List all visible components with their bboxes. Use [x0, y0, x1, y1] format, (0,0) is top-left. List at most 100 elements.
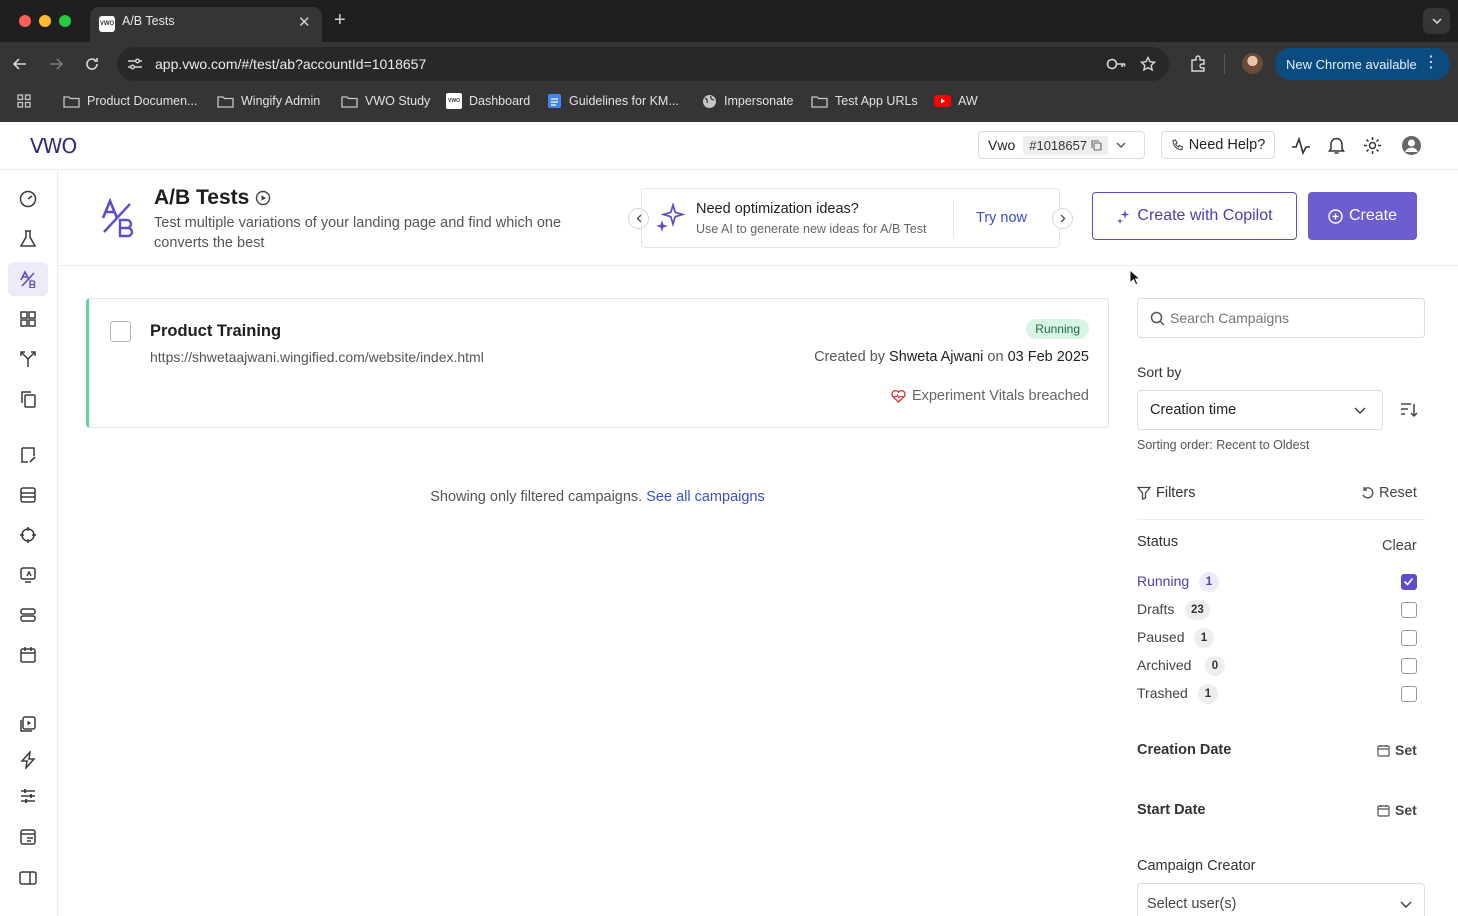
status-filter-trashed[interactable]: Trashed 1 — [1137, 683, 1427, 705]
search-campaigns-field[interactable] — [1137, 298, 1425, 338]
status-checkbox[interactable] — [1401, 602, 1417, 618]
minimize-window-button[interactable] — [39, 15, 51, 27]
sidebar-item-pages[interactable] — [8, 382, 48, 416]
tab-close-icon[interactable]: ✕ — [298, 13, 311, 31]
address-bar[interactable]: app.vwo.com/#/test/ab?accountId=1018657 — [117, 47, 1169, 81]
create-with-copilot-button[interactable]: Create with Copilot — [1092, 192, 1297, 240]
chevron-down-icon — [1354, 407, 1366, 414]
video-library-icon — [20, 716, 36, 732]
kebab-menu-icon[interactable]: ⋮ — [1423, 54, 1439, 72]
search-input[interactable] — [1170, 308, 1410, 328]
vwo-favicon: VWO — [446, 93, 462, 109]
copy-icon[interactable] — [1091, 139, 1102, 151]
bookmark-guidelines[interactable]: Guidelines for KM... — [547, 86, 679, 116]
clear-status-button[interactable]: Clear — [1382, 538, 1417, 554]
new-tab-icon[interactable]: + — [334, 10, 346, 30]
user-profile-icon[interactable] — [1401, 135, 1422, 156]
sidebar-item-split-url[interactable] — [8, 342, 48, 376]
promo-next-button[interactable] — [1052, 208, 1073, 229]
back-icon[interactable] — [12, 56, 28, 72]
mouse-cursor-icon — [1129, 269, 1140, 286]
creation-date-set-button[interactable]: Set — [1377, 742, 1417, 758]
status-filter-archived[interactable]: Archived 0 — [1137, 655, 1427, 677]
extensions-icon[interactable] — [1189, 55, 1207, 73]
search-icon — [1150, 311, 1165, 326]
site-settings-icon[interactable] — [127, 57, 143, 71]
bookmark-wingify-admin[interactable]: Wingify Admin — [217, 86, 320, 116]
account-name: Vwo — [988, 137, 1016, 153]
experiment-vitals-alert[interactable]: Experiment Vitals breached — [891, 388, 1089, 404]
apps-grid-icon[interactable] — [17, 94, 31, 108]
sidebar-item-data[interactable] — [8, 478, 48, 512]
chevron-down-icon — [1400, 901, 1412, 908]
maximize-window-button[interactable] — [59, 15, 71, 27]
bookmark-test-app-urls[interactable]: Test App URLs — [811, 86, 918, 116]
sidebar-item-multivariate[interactable] — [8, 302, 48, 336]
campaign-card[interactable]: Product Training https://shwetaajwani.wi… — [86, 298, 1109, 428]
activity-icon[interactable] — [1291, 137, 1311, 155]
sidebar-item-integrations[interactable] — [8, 743, 48, 777]
sort-select[interactable]: Creation time — [1137, 390, 1383, 430]
sidebar-item-storage[interactable] — [8, 598, 48, 632]
account-switcher[interactable]: Vwo #1018657 — [978, 131, 1145, 159]
sidebar-item-media[interactable] — [8, 707, 48, 741]
sidebar-item-insights[interactable] — [8, 558, 48, 592]
campaign-url: https://shwetaajwani.wingified.com/websi… — [150, 349, 484, 365]
status-checkbox[interactable] — [1401, 630, 1417, 646]
sidebar-item-calendar[interactable] — [8, 638, 48, 672]
sidebar-item-testing[interactable] — [8, 222, 48, 256]
close-window-button[interactable] — [19, 15, 31, 27]
browser-tab[interactable]: VWO A/B Tests ✕ — [90, 7, 322, 42]
creation-date-label: Creation Date — [1137, 742, 1232, 758]
status-label: Drafts — [1137, 601, 1175, 617]
status-checkbox[interactable] — [1401, 574, 1417, 590]
sidebar-item-web-apps[interactable] — [8, 820, 48, 854]
status-filter-paused[interactable]: Paused 1 — [1137, 627, 1427, 649]
sidebar-item-targeting[interactable] — [8, 518, 48, 552]
sidebar-item-ab-tests[interactable] — [8, 262, 48, 296]
status-label: Archived — [1137, 657, 1192, 673]
heart-pulse-icon — [891, 389, 906, 403]
need-help-button[interactable]: Need Help? — [1161, 131, 1275, 159]
start-date-set-button[interactable]: Set — [1377, 802, 1417, 818]
sidebar-item-collapse[interactable] — [8, 861, 48, 895]
bookmark-impersonate[interactable]: Impersonate — [702, 86, 793, 116]
status-checkbox[interactable] — [1401, 658, 1417, 674]
see-all-campaigns-link[interactable]: See all campaigns — [646, 489, 765, 505]
url-text[interactable]: app.vwo.com/#/test/ab?accountId=1018657 — [155, 56, 426, 72]
try-now-link[interactable]: Try now — [976, 210, 1027, 226]
sort-order-text: Sorting order: Recent to Oldest — [1137, 438, 1310, 452]
new-chrome-button[interactable]: New Chrome available ⋮ — [1275, 48, 1450, 80]
campaign-name[interactable]: Product Training — [150, 322, 281, 341]
sidebar-item-configure[interactable] — [8, 779, 48, 813]
bookmark-aw[interactable]: AW — [934, 86, 978, 116]
bookmark-vwo-study[interactable]: VWO Study — [341, 86, 430, 116]
status-filter-running[interactable]: Running 1 — [1137, 571, 1427, 593]
sparkle-icon — [656, 203, 686, 232]
filters-divider — [1137, 519, 1425, 520]
play-video-icon[interactable] — [255, 190, 271, 206]
bookmark-product-docs[interactable]: Product Documen... — [63, 86, 197, 116]
reset-filters-button[interactable]: Reset — [1361, 485, 1417, 501]
reload-icon[interactable] — [84, 56, 100, 72]
tab-search-button[interactable] — [1423, 8, 1450, 34]
sort-order-icon[interactable] — [1400, 402, 1418, 418]
create-button[interactable]: Create — [1308, 192, 1417, 240]
vwo-logo[interactable]: VWO — [30, 134, 77, 158]
status-checkbox[interactable] — [1401, 686, 1417, 702]
bookmark-star-icon[interactable] — [1140, 56, 1156, 72]
status-filter-drafts[interactable]: Drafts 23 — [1137, 599, 1427, 621]
screen-icon — [20, 567, 36, 583]
sidebar-item-surveys[interactable] — [8, 438, 48, 472]
campaign-select-checkbox[interactable] — [110, 321, 131, 342]
password-key-icon[interactable] — [1106, 57, 1126, 71]
campaign-creator-select[interactable]: Select user(s) — [1137, 883, 1425, 916]
bookmark-dashboard[interactable]: VWO Dashboard — [446, 86, 530, 116]
sidebar-item-dashboard[interactable] — [8, 182, 48, 216]
gauge-icon — [19, 190, 37, 208]
forward-icon[interactable] — [48, 56, 64, 72]
gear-icon[interactable] — [1363, 136, 1382, 155]
bell-icon[interactable] — [1328, 136, 1345, 155]
docs-icon — [548, 94, 561, 108]
profile-avatar[interactable] — [1242, 53, 1263, 74]
